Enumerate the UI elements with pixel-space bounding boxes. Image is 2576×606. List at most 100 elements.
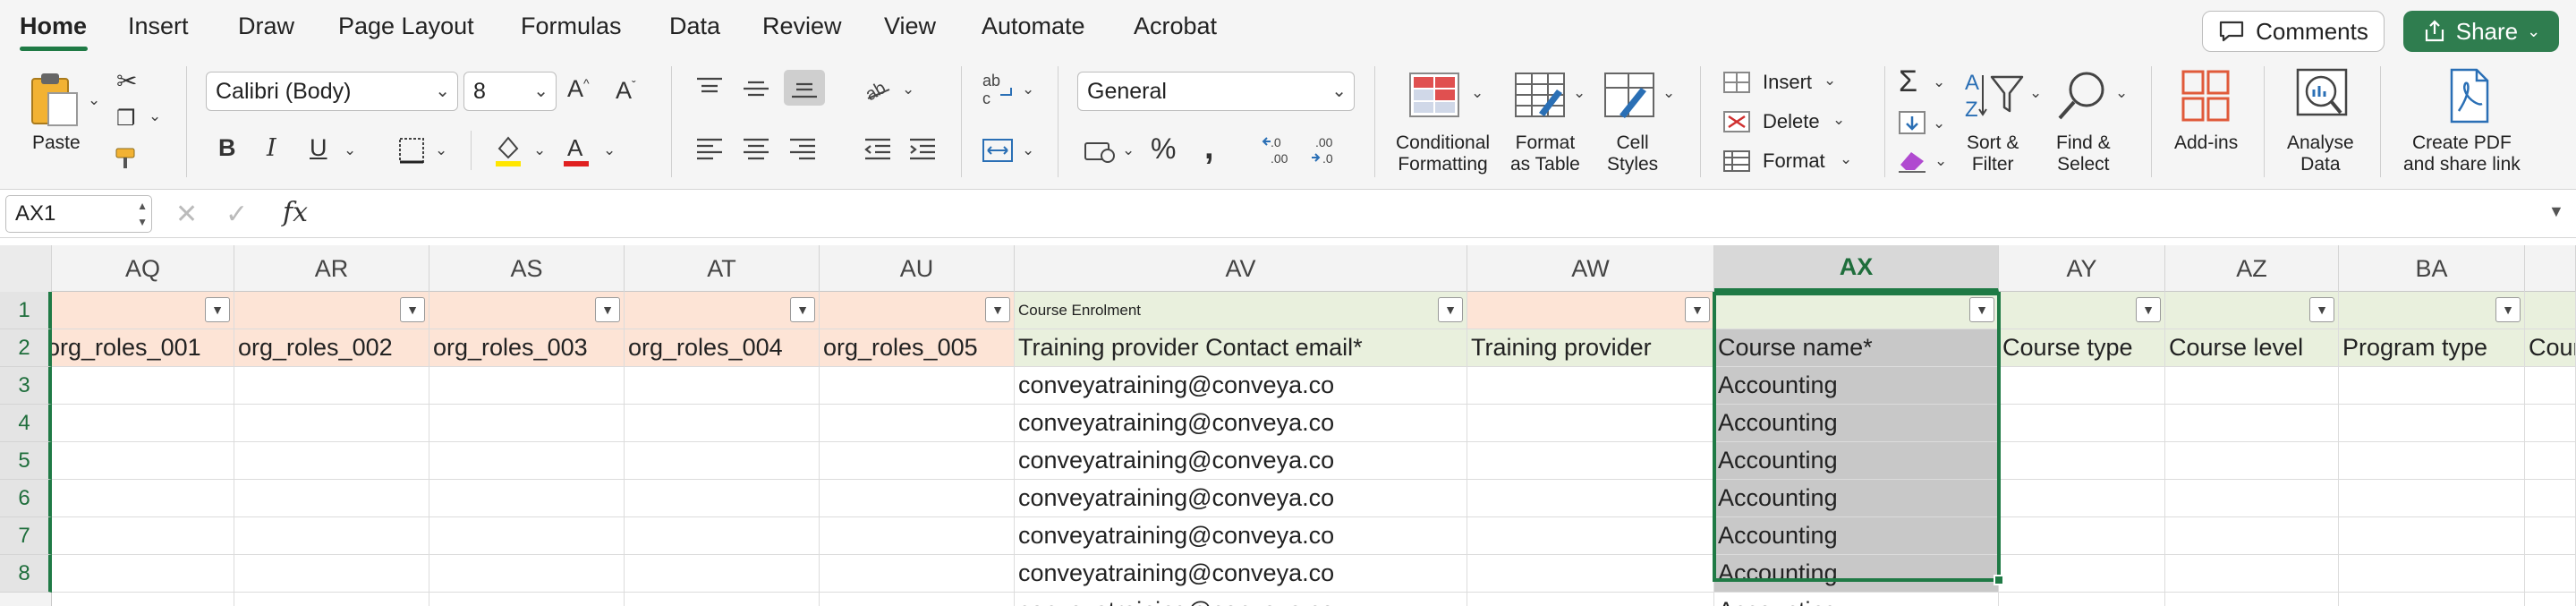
- cell[interactable]: [1467, 480, 1714, 517]
- find-select-icon[interactable]: [2054, 68, 2112, 125]
- accounting-format-icon[interactable]: [1083, 136, 1117, 165]
- cell[interactable]: [234, 442, 429, 480]
- cell[interactable]: [2525, 593, 2576, 606]
- cell[interactable]: [2525, 442, 2576, 480]
- cell[interactable]: Accounting: [1714, 480, 1999, 517]
- cell[interactable]: [52, 367, 234, 405]
- filter-dropdown-icon[interactable]: ▼: [2309, 297, 2334, 322]
- column-header-az[interactable]: AZ: [2165, 245, 2339, 292]
- cell[interactable]: [429, 517, 625, 555]
- addins-icon[interactable]: [2180, 68, 2233, 124]
- percent-style-icon[interactable]: %: [1151, 132, 1176, 166]
- cell[interactable]: [820, 517, 1015, 555]
- sort-filter-chevron-icon[interactable]: ⌄: [2029, 84, 2042, 102]
- cell[interactable]: conveyatraining@conveya.co: [1015, 405, 1467, 442]
- cell-styles-icon[interactable]: [1602, 70, 1657, 122]
- column-header-ba[interactable]: BA: [2339, 245, 2525, 292]
- cell[interactable]: ▼: [52, 292, 234, 329]
- cell[interactable]: Accounting: [1714, 405, 1999, 442]
- filter-dropdown-icon[interactable]: ▼: [595, 297, 620, 322]
- cell[interactable]: ▼: [2339, 292, 2525, 329]
- fill-color-chevron-icon[interactable]: ⌄: [533, 141, 546, 159]
- insert-cells-button[interactable]: Insert ⌄: [1722, 68, 1856, 98]
- align-bottom-button[interactable]: [784, 70, 825, 106]
- cell[interactable]: [234, 367, 429, 405]
- cell[interactable]: [52, 442, 234, 480]
- cut-icon[interactable]: ✂: [116, 66, 137, 96]
- sort-filter-icon[interactable]: AZ: [1963, 68, 2028, 124]
- name-box[interactable]: AX1 ▲ ▼: [5, 195, 152, 233]
- cell[interactable]: [820, 480, 1015, 517]
- cell[interactable]: [625, 593, 820, 606]
- cell[interactable]: [820, 442, 1015, 480]
- row-header[interactable]: 5: [0, 442, 52, 480]
- cell[interactable]: [2339, 405, 2525, 442]
- cell[interactable]: [52, 517, 234, 555]
- filter-dropdown-icon[interactable]: ▼: [2136, 297, 2161, 322]
- number-format-dropdown[interactable]: General ⌄: [1077, 72, 1355, 111]
- cell[interactable]: [52, 405, 234, 442]
- cell[interactable]: Accounting: [1714, 442, 1999, 480]
- cell[interactable]: [1467, 367, 1714, 405]
- cell[interactable]: [1467, 555, 1714, 593]
- header-cell[interactable]: org_roles_005: [820, 329, 1015, 367]
- orientation-chevron-icon[interactable]: ⌄: [902, 81, 914, 98]
- column-header-partial[interactable]: [2525, 245, 2576, 292]
- comments-button[interactable]: Comments: [2202, 11, 2385, 52]
- header-cell[interactable]: Training provider Contact email*: [1015, 329, 1467, 367]
- cell[interactable]: [820, 555, 1015, 593]
- align-middle-icon[interactable]: [741, 75, 771, 102]
- cell[interactable]: conveyatraining@conveya.co: [1015, 555, 1467, 593]
- underline-chevron-icon[interactable]: ⌄: [344, 141, 356, 159]
- header-cell[interactable]: org_roles_002: [234, 329, 429, 367]
- increase-decimal-icon[interactable]: .0.00: [1262, 134, 1301, 166]
- cell[interactable]: [2339, 555, 2525, 593]
- cell[interactable]: conveyatraining@conveya.co: [1015, 517, 1467, 555]
- column-header-ax[interactable]: AX: [1714, 245, 1999, 292]
- cell[interactable]: ▼: [234, 292, 429, 329]
- cell[interactable]: [2339, 442, 2525, 480]
- wrap-text-icon[interactable]: abc: [981, 70, 1016, 109]
- cell[interactable]: [234, 480, 429, 517]
- cell[interactable]: [1467, 405, 1714, 442]
- cell[interactable]: [2339, 517, 2525, 555]
- header-cell[interactable]: org_roles_003: [429, 329, 625, 367]
- row-header[interactable]: 2: [0, 329, 52, 367]
- header-cell[interactable]: Course type: [1999, 329, 2165, 367]
- cell[interactable]: [625, 442, 820, 480]
- tab-automate[interactable]: Automate: [982, 13, 1085, 40]
- align-left-icon[interactable]: [694, 136, 725, 163]
- conditional-formatting-chevron-icon[interactable]: ⌄: [1471, 84, 1484, 102]
- create-pdf-icon[interactable]: [2444, 66, 2495, 125]
- cell[interactable]: [1999, 517, 2165, 555]
- cell[interactable]: [429, 367, 625, 405]
- comma-style-icon[interactable]: ,: [1204, 129, 1214, 167]
- header-cell[interactable]: Cour: [2525, 329, 2576, 367]
- header-cell[interactable]: Course level: [2165, 329, 2339, 367]
- cell[interactable]: [2165, 405, 2339, 442]
- column-header-av[interactable]: AV: [1015, 245, 1467, 292]
- cell[interactable]: [1999, 405, 2165, 442]
- align-top-icon[interactable]: [694, 75, 725, 102]
- cell[interactable]: [2165, 480, 2339, 517]
- cell[interactable]: [429, 555, 625, 593]
- tab-formulas[interactable]: Formulas: [521, 13, 622, 40]
- header-cell[interactable]: Course name*: [1714, 329, 1999, 367]
- column-header-aq[interactable]: AQ: [52, 245, 234, 292]
- cell[interactable]: Accounting: [1714, 555, 1999, 593]
- font-color-icon[interactable]: A: [560, 132, 592, 168]
- cell[interactable]: [234, 593, 429, 606]
- filter-dropdown-icon[interactable]: ▼: [205, 297, 230, 322]
- cell[interactable]: [234, 555, 429, 593]
- row-header[interactable]: [0, 593, 52, 606]
- filter-dropdown-icon[interactable]: ▼: [985, 297, 1010, 322]
- row-header[interactable]: 3: [0, 367, 52, 405]
- column-header-as[interactable]: AS: [429, 245, 625, 292]
- cell[interactable]: [2525, 480, 2576, 517]
- row-header[interactable]: 1: [0, 292, 52, 329]
- tab-review[interactable]: Review: [762, 13, 842, 40]
- cell[interactable]: [1999, 593, 2165, 606]
- tab-page-layout[interactable]: Page Layout: [338, 13, 474, 40]
- cell[interactable]: [234, 405, 429, 442]
- cell[interactable]: Accounting: [1714, 593, 1999, 606]
